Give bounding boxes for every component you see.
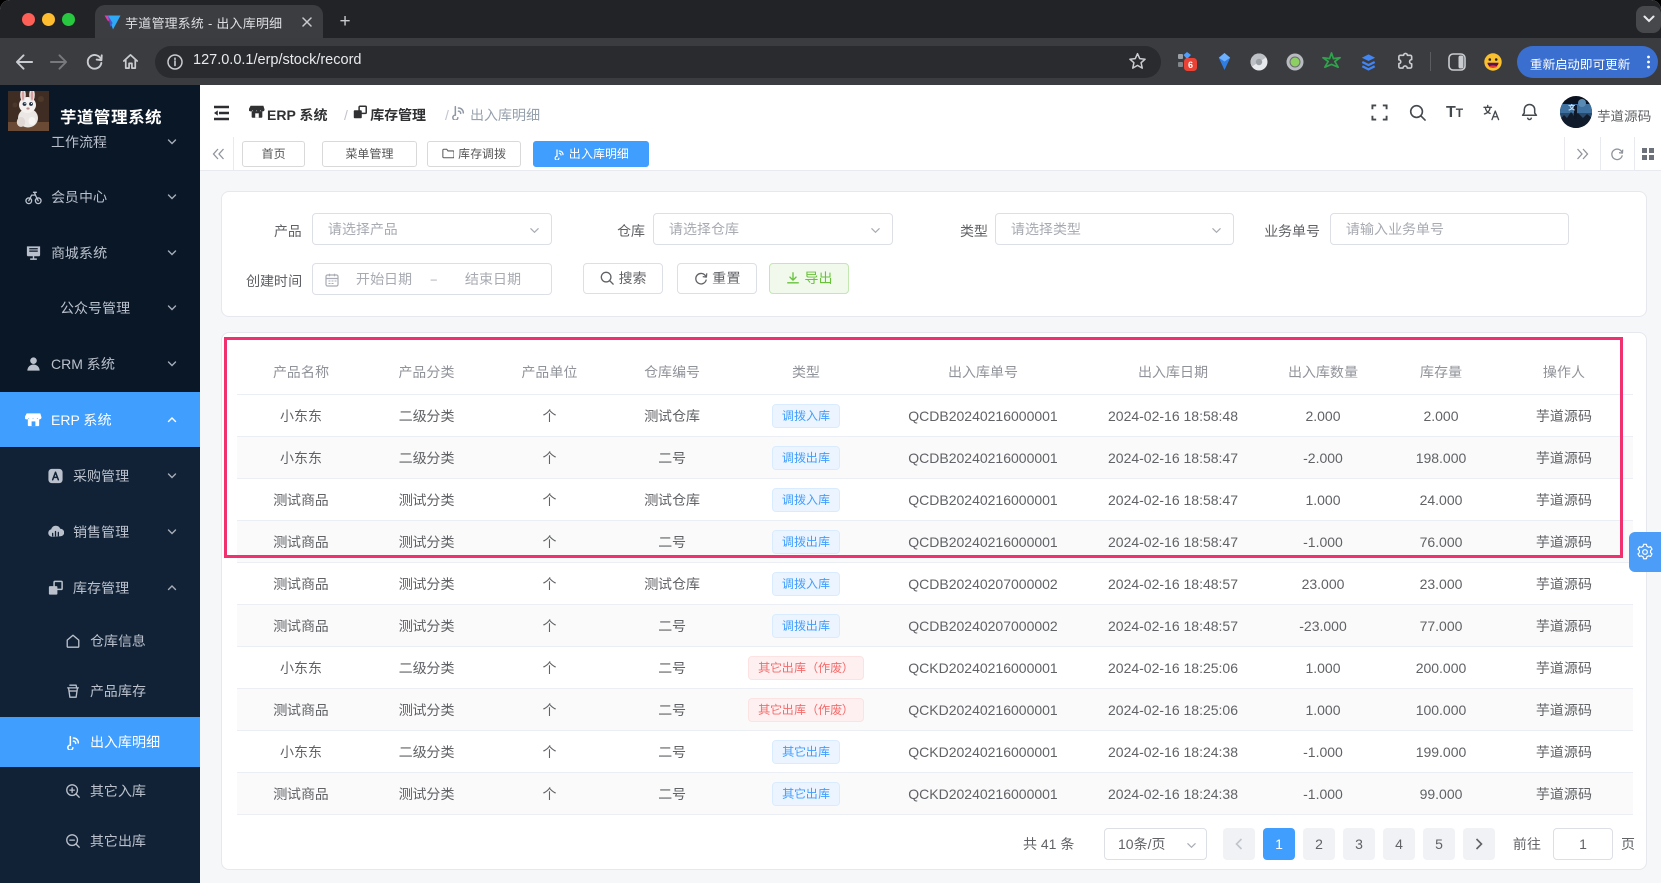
svg-text:文: 文 [1568, 103, 1576, 113]
svg-text:6: 6 [1188, 60, 1193, 70]
